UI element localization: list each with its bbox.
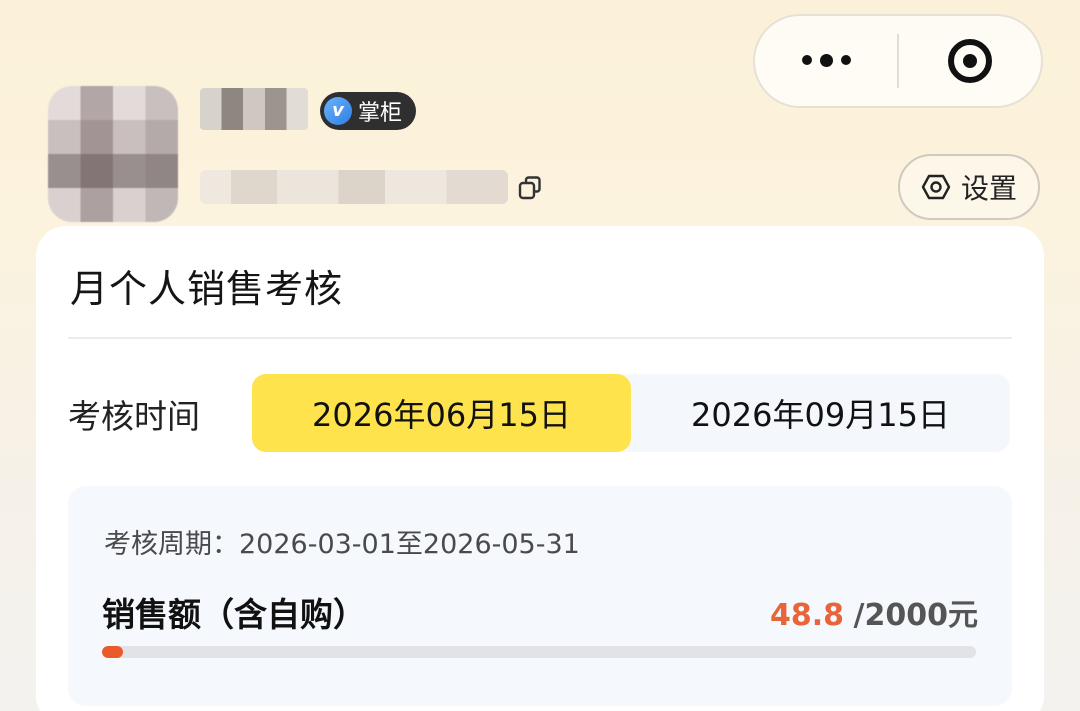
target-close-icon: [947, 39, 992, 83]
sales-target-value: /2000元: [853, 598, 978, 633]
divider: [68, 337, 1012, 339]
sales-metric-label: 销售额（含自购）: [102, 595, 366, 634]
settings-button[interactable]: 设置: [898, 154, 1040, 220]
avatar[interactable]: [48, 86, 178, 222]
sales-progress-fill: [102, 646, 124, 658]
assessment-cycle-text: 考核周期：2026-03-01至2026-05-31: [104, 529, 580, 560]
user-name-redacted: [200, 88, 308, 130]
assessment-date-switch: 2026年06月15日 2026年09月15日: [252, 374, 1010, 452]
sales-assessment-card: 月个人销售考核 考核时间 2026年06月15日 2026年09月15日 考核周…: [36, 226, 1044, 711]
role-badge: v 掌柜: [320, 92, 417, 130]
sales-metric-value: 48.8 /2000元: [770, 590, 978, 634]
period-option-2[interactable]: 2026年09月15日: [631, 374, 1010, 452]
more-button[interactable]: [755, 16, 897, 106]
hexagon-gear-icon: [921, 174, 951, 200]
metric-panel: 考核周期：2026-03-01至2026-05-31 销售额（含自购） 48.8…: [68, 486, 1012, 706]
assessment-time-label: 考核时间: [68, 397, 200, 436]
settings-label: 设置: [960, 172, 1017, 205]
role-badge-label: 掌柜: [358, 101, 403, 126]
miniprogram-capsule: [753, 14, 1043, 108]
period-option-1[interactable]: 2026年06月15日: [252, 374, 631, 452]
sales-progress-bar: [102, 646, 976, 658]
verified-v-icon: v: [324, 97, 352, 125]
user-id-redacted: [200, 170, 508, 204]
card-title: 月个人销售考核: [70, 267, 344, 311]
close-button[interactable]: [899, 16, 1041, 106]
more-dots-icon: [801, 53, 851, 67]
sales-current-value: 48.8: [769, 598, 844, 633]
copy-icon[interactable]: [516, 174, 544, 202]
